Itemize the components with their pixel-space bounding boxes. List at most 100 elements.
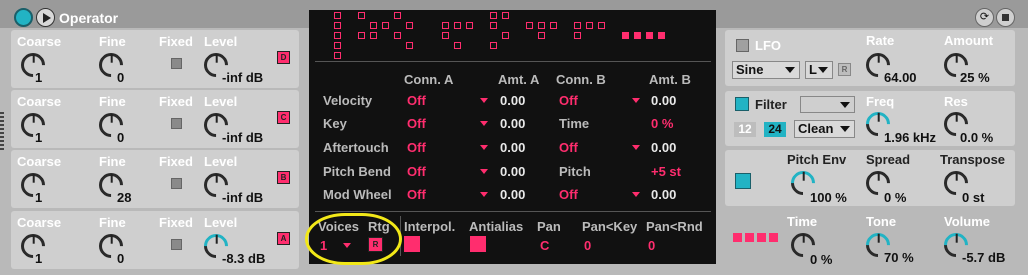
aftertouch-conn-a[interactable]: Off [407, 140, 426, 155]
algorithm-cell[interactable] [370, 32, 377, 39]
key-amt-a[interactable]: 0.00 [500, 116, 525, 131]
algorithm-cell[interactable] [334, 22, 341, 29]
algorithm-cell[interactable] [442, 22, 449, 29]
algorithm-cell[interactable] [334, 12, 341, 19]
algorithm-cell[interactable] [622, 32, 629, 39]
algorithm-cell[interactable] [370, 22, 377, 29]
key-conn-a[interactable]: Off [407, 116, 426, 131]
lfo-destination-select[interactable]: L [805, 61, 833, 79]
fixed-toggle[interactable] [171, 58, 182, 69]
chevron-down-icon[interactable] [480, 169, 488, 174]
mod-wheel-amt-b[interactable]: 0.00 [651, 187, 676, 202]
pan-value[interactable]: C [540, 238, 549, 253]
algorithm-cell[interactable] [502, 12, 509, 19]
chevron-down-icon[interactable] [632, 145, 640, 150]
mod-wheel-amt-a[interactable]: 0.00 [500, 187, 525, 202]
algorithm-cell[interactable] [406, 42, 413, 49]
refresh-icon[interactable]: ⟳ [975, 8, 994, 27]
fixed-toggle[interactable] [171, 118, 182, 129]
pitch-bend-amt-b[interactable]: +5 st [651, 164, 681, 179]
device-power-button[interactable] [14, 8, 33, 27]
algorithm-cell[interactable] [454, 22, 461, 29]
algorithm-cell[interactable] [598, 22, 605, 29]
slope-24-button[interactable]: 24 [764, 122, 786, 137]
drag-handle[interactable] [0, 112, 4, 152]
algorithm-cell[interactable] [502, 32, 509, 39]
algorithm-cell[interactable] [538, 22, 545, 29]
chevron-down-icon[interactable] [480, 145, 488, 150]
key-amt-b[interactable]: 0 % [651, 116, 673, 131]
algorithm-cell[interactable] [394, 12, 401, 19]
fine-label: Fine [99, 94, 126, 109]
antialias-toggle[interactable] [470, 236, 486, 252]
operator-b-button[interactable]: B [277, 171, 290, 184]
fixed-toggle[interactable] [171, 178, 182, 189]
mod-wheel-conn-a[interactable]: Off [407, 187, 426, 202]
algorithm-cell[interactable] [358, 12, 365, 19]
aftertouch-conn-b[interactable]: Off [559, 140, 578, 155]
coarse-knob[interactable] [16, 48, 50, 82]
algorithm-cell[interactable] [526, 22, 533, 29]
algorithm-cell[interactable] [574, 22, 581, 29]
algorithm-cell[interactable] [334, 32, 341, 39]
aftertouch-amt-a[interactable]: 0.00 [500, 140, 525, 155]
algorithm-cell[interactable] [466, 22, 473, 29]
coarse-knob[interactable] [16, 229, 50, 263]
algorithm-cell[interactable] [538, 32, 545, 39]
operator-c-button[interactable]: C [277, 111, 290, 124]
filter-mode-select[interactable]: Clean [794, 120, 855, 138]
algorithm-cell[interactable] [406, 22, 413, 29]
algorithm-cell[interactable] [490, 22, 497, 29]
pitch-env-toggle[interactable] [735, 173, 751, 189]
velocity-conn-b[interactable]: Off [559, 93, 578, 108]
lfo-toggle[interactable] [736, 39, 749, 52]
algorithm-cell[interactable] [646, 32, 653, 39]
coarse-knob[interactable] [16, 108, 50, 142]
algorithm-cell[interactable] [550, 22, 557, 29]
lfo-retrigger-button[interactable]: R [838, 63, 851, 76]
velocity-amt-a[interactable]: 0.00 [500, 93, 525, 108]
algorithm-cell[interactable] [334, 52, 341, 59]
fixed-toggle[interactable] [171, 239, 182, 250]
algorithm-cell[interactable] [334, 42, 341, 49]
pitch-bend-conn-a[interactable]: Off [407, 164, 426, 179]
coarse-value: 1 [35, 251, 43, 266]
interpolation-toggle[interactable] [404, 236, 420, 252]
algorithm-selector[interactable] [334, 12, 694, 59]
chevron-down-icon[interactable] [632, 98, 640, 103]
level-label: Level [204, 215, 238, 230]
velocity-conn-a[interactable]: Off [407, 93, 426, 108]
chevron-down-icon[interactable] [480, 98, 488, 103]
algorithm-cell[interactable] [490, 12, 497, 19]
algorithm-cell[interactable] [490, 42, 497, 49]
coarse-knob[interactable] [16, 168, 50, 202]
algorithm-cell[interactable] [358, 32, 365, 39]
aftertouch-amt-b[interactable]: 0.00 [651, 140, 676, 155]
pitch-bend-amt-a[interactable]: 0.00 [500, 164, 525, 179]
operator-d-button[interactable]: D [277, 51, 290, 64]
algorithm-cell[interactable] [586, 22, 593, 29]
algorithm-cell[interactable] [454, 42, 461, 49]
slope-12-button[interactable]: 12 [734, 122, 756, 137]
algorithm-cell[interactable] [634, 32, 641, 39]
algorithm-cell[interactable] [658, 32, 665, 39]
device-play-button[interactable] [36, 8, 55, 27]
stop-icon[interactable] [996, 8, 1015, 27]
algorithm-cell[interactable] [394, 32, 401, 39]
algorithm-cell[interactable] [442, 32, 449, 39]
chevron-down-icon[interactable] [632, 192, 640, 197]
filter-type-select[interactable] [800, 96, 855, 113]
velocity-amt-b[interactable]: 0.00 [651, 93, 676, 108]
filter-toggle[interactable] [735, 97, 749, 111]
coarse-value: 1 [35, 130, 43, 145]
chevron-down-icon[interactable] [480, 192, 488, 197]
chevron-down-icon[interactable] [480, 121, 488, 126]
algorithm-cell[interactable] [574, 32, 581, 39]
pan-rnd-value[interactable]: 0 [648, 238, 655, 253]
algorithm-cell[interactable] [382, 22, 389, 29]
pan-key-value[interactable]: 0 [584, 238, 591, 253]
lfo-waveform-select[interactable]: Sine [732, 61, 800, 79]
operator-a-button[interactable]: A [277, 232, 290, 245]
mod-wheel-conn-b[interactable]: Off [559, 187, 578, 202]
annotation-highlight [305, 213, 402, 265]
